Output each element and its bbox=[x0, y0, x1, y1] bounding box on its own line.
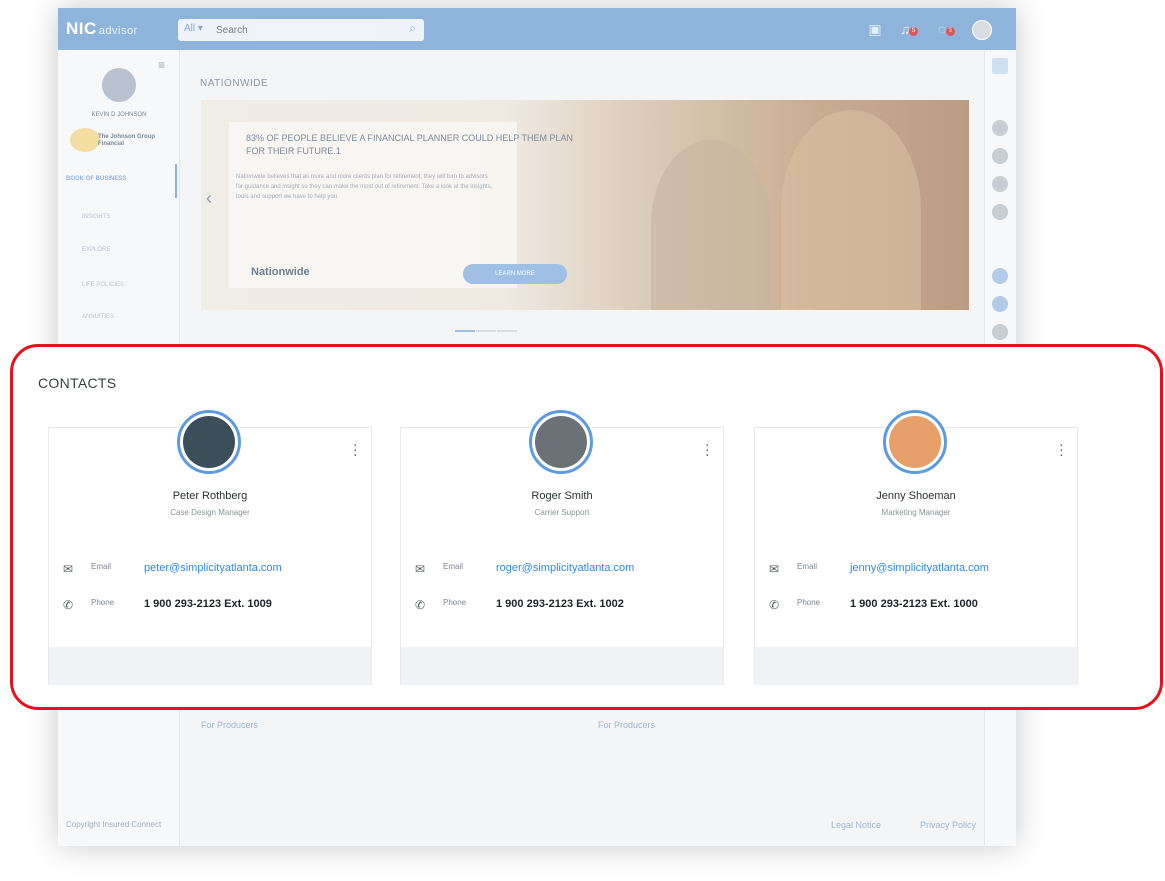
sidebar-item-explore[interactable]: EXPLORE bbox=[82, 247, 110, 253]
phone-label: Phone bbox=[443, 598, 467, 607]
contacts-section: CONTACTS · · · Peter Rothberg Case Design … bbox=[10, 344, 1163, 710]
legal-notice-link[interactable]: Legal Notice bbox=[831, 820, 881, 830]
contacts-title: CONTACTS bbox=[38, 375, 117, 391]
chat-badge: 5 bbox=[946, 27, 955, 36]
more-options-icon[interactable]: · · · bbox=[705, 437, 711, 461]
banner-heading: 83% OF PEOPLE BELIEVE A FINANCIAL PLANNE… bbox=[246, 133, 573, 156]
contact-card: · · · Roger Smith Carrier Support ✉ Email … bbox=[400, 410, 724, 685]
email-icon: ✉ bbox=[63, 562, 74, 576]
contact-role: Case Design Manager bbox=[170, 508, 250, 517]
sidebar-item-book-of-business[interactable]: BOOK OF BUSINESS bbox=[66, 176, 126, 182]
notification-bell-icon[interactable]: ♫ 5 bbox=[896, 20, 918, 38]
card-footer bbox=[401, 647, 723, 685]
app-logo[interactable]: NIC advisor bbox=[66, 19, 138, 39]
banner-brand-logo: Nationwide bbox=[251, 266, 310, 278]
email-icon: ✉ bbox=[769, 562, 780, 576]
privacy-policy-link[interactable]: Privacy Policy bbox=[920, 820, 976, 830]
promo-banner: 83% OF PEOPLE BELIEVE A FINANCIAL PLANNE… bbox=[201, 100, 969, 310]
contact-email-link[interactable]: roger@simplicityatlanta.com bbox=[496, 562, 634, 574]
search-input[interactable] bbox=[216, 21, 386, 39]
email-icon: ✉ bbox=[415, 562, 426, 576]
sidebar-item-annuities[interactable]: ANNUITIES bbox=[82, 314, 114, 320]
card-footer bbox=[49, 647, 371, 685]
phone-label: Phone bbox=[91, 598, 115, 607]
rail-avatar[interactable] bbox=[992, 296, 1008, 312]
more-options-icon[interactable]: · · · bbox=[1059, 437, 1065, 461]
contact-card: · · · Peter Rothberg Case Design Manager ✉… bbox=[48, 410, 372, 685]
for-producers-link[interactable]: For Producers bbox=[201, 720, 258, 730]
notification-badge: 5 bbox=[909, 27, 918, 36]
company-name: The Johnson Group Financial bbox=[98, 134, 155, 147]
rail-avatar[interactable] bbox=[992, 204, 1008, 220]
banner-photo-man bbox=[651, 140, 771, 310]
active-indicator bbox=[175, 164, 177, 198]
email-label: Email bbox=[91, 562, 112, 571]
contact-role: Marketing Manager bbox=[881, 508, 951, 517]
rail-avatar[interactable] bbox=[992, 148, 1008, 164]
top-bar: NICadvisor All ▾ ⌕ ▣ ♫5 ◌5 bbox=[58, 8, 1016, 50]
page-title: NATIONWIDE bbox=[200, 78, 269, 89]
search-box[interactable]: All ▾ ⌕ bbox=[178, 19, 424, 41]
phone-icon: ✆ bbox=[415, 598, 426, 612]
phone-icon: ✆ bbox=[63, 598, 74, 612]
hamburger-menu-icon[interactable]: ≡ bbox=[158, 58, 165, 72]
rail-avatar[interactable] bbox=[992, 176, 1008, 192]
contact-email-link[interactable]: jenny@simplicityatlanta.com bbox=[850, 562, 989, 574]
card-footer bbox=[755, 647, 1077, 685]
rail-avatar[interactable] bbox=[992, 268, 1008, 284]
collapse-rail-icon[interactable] bbox=[992, 58, 1008, 74]
user-avatar[interactable] bbox=[972, 20, 992, 40]
contact-role: Carrier Support bbox=[534, 508, 590, 517]
learn-more-button[interactable]: LEARN MORE bbox=[463, 264, 567, 284]
email-label: Email bbox=[797, 562, 818, 571]
for-producers-link[interactable]: For Producers bbox=[598, 720, 655, 730]
contact-phone[interactable]: 1 900 293-2123 Ext. 1009 bbox=[144, 598, 272, 610]
contact-phone[interactable]: 1 900 293-2123 Ext. 1000 bbox=[850, 598, 978, 610]
sidebar-item-insights[interactable]: INSIGHTS bbox=[82, 214, 110, 220]
company-logo bbox=[70, 128, 100, 152]
contact-name: Peter Rothberg bbox=[172, 490, 248, 502]
contact-avatar bbox=[883, 410, 947, 474]
phone-label: Phone bbox=[797, 598, 821, 607]
footer-copyright: Copyright Insured Connect bbox=[66, 820, 162, 829]
chat-icon[interactable]: ◌ 5 bbox=[933, 20, 955, 38]
search-scope-select[interactable]: All ▾ bbox=[184, 23, 203, 34]
phone-icon: ✆ bbox=[769, 598, 780, 612]
sidebar-item-life-policies[interactable]: LIFE POLICIES bbox=[82, 282, 124, 288]
contact-card: · · · Jenny Shoeman Marketing Manager ✉ Em… bbox=[754, 410, 1078, 685]
rail-avatar[interactable] bbox=[992, 324, 1008, 340]
banner-text: Nationwide believes that as more and mor… bbox=[236, 174, 493, 200]
more-options-icon[interactable]: · · · bbox=[353, 437, 359, 461]
briefcase-icon[interactable]: ▣ bbox=[866, 20, 884, 38]
search-icon[interactable]: ⌕ bbox=[409, 21, 416, 36]
carousel-prev-icon[interactable]: ‹ bbox=[206, 188, 212, 209]
contact-avatar bbox=[177, 410, 241, 474]
contact-avatar bbox=[529, 410, 593, 474]
email-label: Email bbox=[443, 562, 464, 571]
contact-name: Jenny Shoeman bbox=[876, 490, 956, 502]
contact-name: Roger Smith bbox=[531, 490, 593, 502]
sidebar-user-name: KEVIN D JOHNSON bbox=[91, 112, 147, 118]
banner-photo-woman bbox=[781, 110, 921, 310]
rail-avatar[interactable] bbox=[992, 120, 1008, 136]
contact-email-link[interactable]: peter@simplicityatlanta.com bbox=[144, 562, 282, 574]
sidebar-avatar bbox=[102, 68, 136, 102]
carousel-indicators[interactable] bbox=[455, 319, 519, 332]
contact-phone[interactable]: 1 900 293-2123 Ext. 1002 bbox=[496, 598, 624, 610]
